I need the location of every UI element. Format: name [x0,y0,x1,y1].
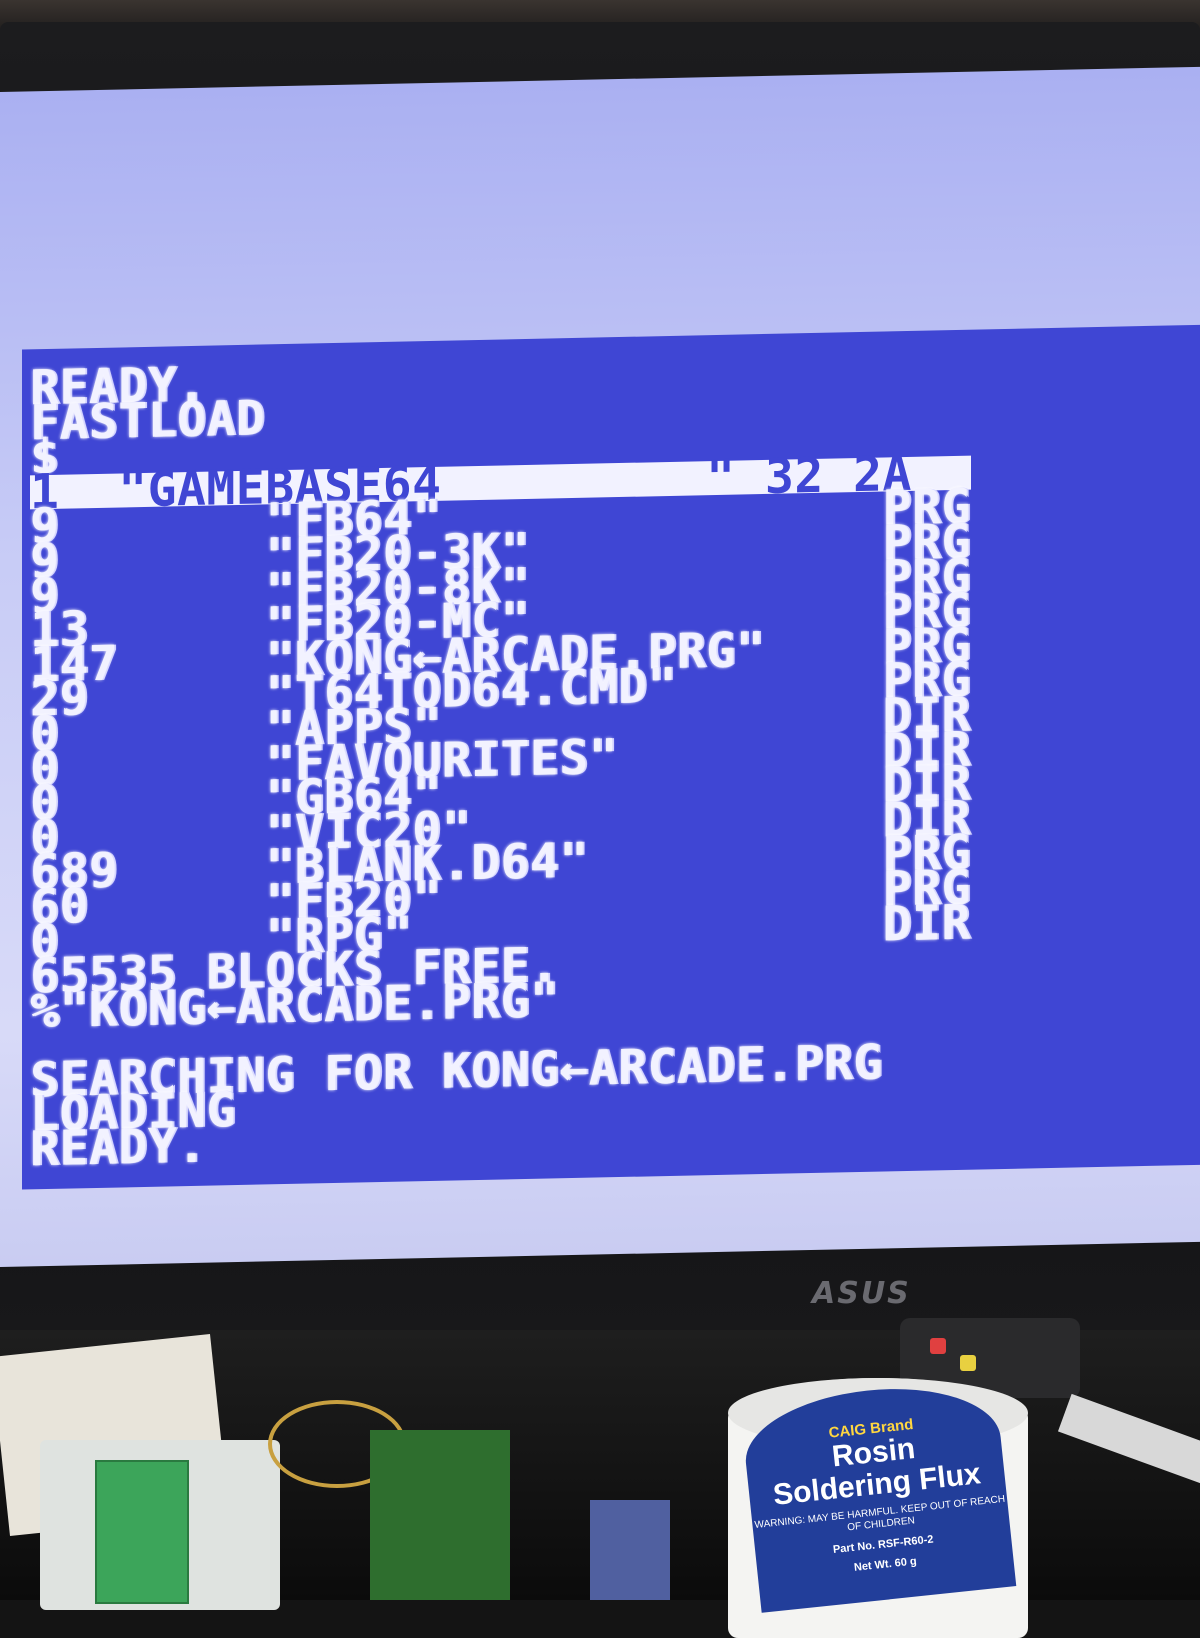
circuit-board [370,1430,510,1600]
monitor-screen: READY. FASTLOAD $1 "GAMEBASE64 " 32 2A 9 "F… [0,66,1200,1268]
chip [590,1500,670,1600]
c64-terminal: READY. FASTLOAD $1 "GAMEBASE64 " 32 2A 9 "F… [30,352,971,1177]
monitor-brand-logo: ASUS [812,1276,911,1311]
yellow-button-icon [960,1355,976,1371]
red-button-icon [930,1338,946,1354]
zif-socket [95,1460,189,1604]
